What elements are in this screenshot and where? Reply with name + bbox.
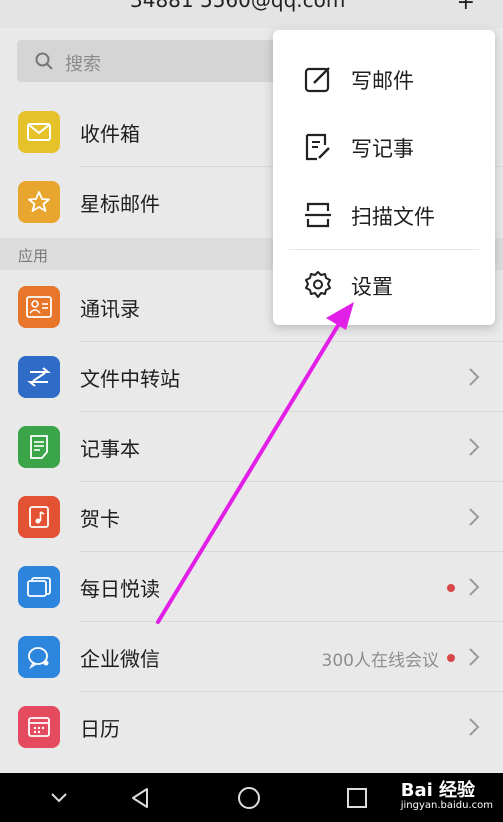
collapse-icon[interactable] (44, 783, 74, 813)
menu-item-label: 写邮件 (351, 69, 414, 93)
meeting-hint: 300人在线会议 (321, 651, 439, 671)
watermark-sub: jingyan.baidu.com (400, 800, 493, 811)
compose-icon (304, 67, 330, 93)
list-item-calendar[interactable]: 日历 (0, 692, 503, 762)
search-icon (35, 52, 53, 70)
search-placeholder: 搜索 (65, 54, 101, 75)
list-item-label: 企业微信 (80, 647, 160, 671)
menu-item-label: 扫描文件 (351, 205, 435, 229)
unread-dot (447, 654, 455, 662)
home-icon[interactable] (234, 783, 264, 813)
list-item-wechat-work[interactable]: 企业微信 300人在线会议 (0, 622, 503, 692)
wechat-work-icon (18, 636, 60, 678)
plus-icon[interactable]: + (457, 0, 475, 15)
chevron-right-icon (469, 368, 480, 386)
chevron-right-icon (469, 438, 480, 456)
list-item-daily-reading[interactable]: 每日悦读 (0, 552, 503, 622)
list-item-greeting-card[interactable]: 贺卡 (0, 482, 503, 552)
chevron-right-icon (469, 578, 480, 596)
list-item-file-transfer[interactable]: 文件中转站 (0, 342, 503, 412)
reader-icon (18, 566, 60, 608)
list-item-label: 每日悦读 (80, 577, 160, 601)
menu-item-new-note[interactable]: 写记事 (273, 112, 495, 180)
scan-icon (305, 202, 331, 228)
menu-item-settings[interactable]: 设置 (273, 250, 495, 318)
back-icon[interactable] (125, 783, 155, 813)
list-item-notepad[interactable]: 记事本 (0, 412, 503, 482)
chevron-right-icon (469, 508, 480, 526)
chevron-right-icon (469, 718, 480, 736)
transfer-icon (18, 356, 60, 398)
chevron-right-icon (469, 648, 480, 666)
list-item-label: 记事本 (80, 437, 140, 461)
list-item-label: 文件中转站 (80, 367, 180, 391)
watermark-main: Bai 经验 (400, 780, 476, 801)
notepad-icon (18, 426, 60, 468)
top-header: 34881 5560@qq.com + (0, 0, 503, 28)
list-item-label: 贺卡 (80, 507, 120, 531)
section-label: 应用 (18, 247, 49, 265)
gear-icon (305, 271, 331, 298)
menu-item-scan[interactable]: 扫描文件 (273, 180, 495, 248)
unread-dot (447, 584, 455, 592)
baidu-watermark: Bai 经验 jingyan.baidu.com (401, 776, 493, 811)
list-item-label: 星标邮件 (80, 192, 160, 216)
card-icon (18, 496, 60, 538)
list-item-label: 通讯录 (80, 297, 140, 321)
recents-icon[interactable] (342, 783, 372, 813)
contacts-icon (18, 286, 60, 328)
popup-menu: 写邮件 写记事 扫描文件 设置 (273, 30, 495, 325)
account-email[interactable]: 34881 5560@qq.com (130, 0, 345, 12)
list-item-label: 收件箱 (80, 122, 140, 146)
mail-icon (18, 111, 60, 153)
calendar-icon (18, 706, 60, 748)
menu-item-label: 写记事 (351, 137, 414, 161)
note-edit-icon (305, 133, 330, 161)
menu-item-label: 设置 (351, 275, 393, 299)
star-icon (18, 181, 60, 223)
mail-app-screen: 34881 5560@qq.com + 搜索 收件箱 星标邮件 应用 通讯录 文… (0, 0, 503, 822)
list-item-label: 日历 (80, 717, 120, 741)
menu-item-compose[interactable]: 写邮件 (273, 44, 495, 112)
